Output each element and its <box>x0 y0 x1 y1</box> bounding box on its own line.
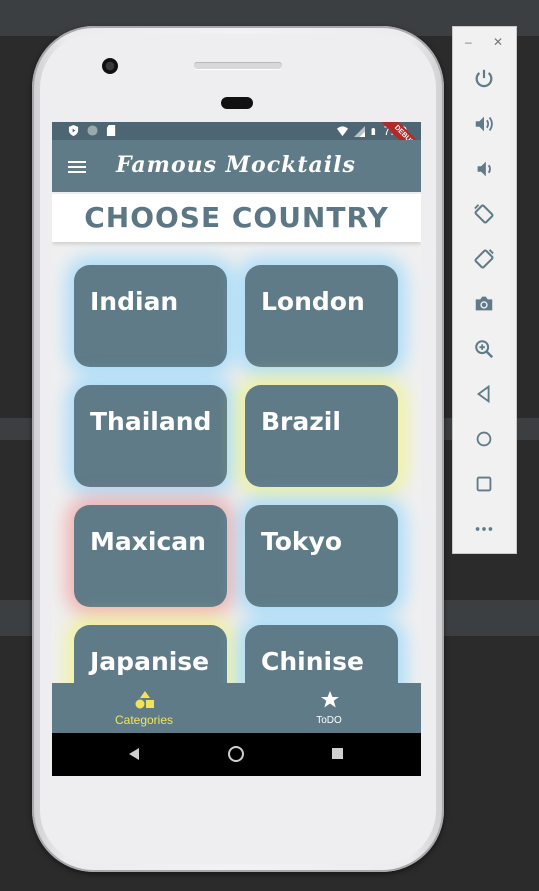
nav-item-categories[interactable]: Categories <box>52 683 236 733</box>
volume-down-icon[interactable] <box>469 154 499 184</box>
country-card-thailand[interactable]: Thailand <box>74 385 227 487</box>
country-label: Maxican <box>90 527 206 556</box>
app-bar: Famous Mocktails <box>52 140 421 192</box>
more-icon[interactable] <box>469 514 499 544</box>
home-icon[interactable] <box>469 424 499 454</box>
country-grid: Indian London Thailand Brazil Maxican To… <box>52 244 421 684</box>
country-label: Japanise <box>90 647 210 676</box>
status-bar: 7:49 DEBUG <box>52 122 421 165</box>
volume-up-icon[interactable] <box>469 109 499 139</box>
battery-icon <box>371 127 375 135</box>
earpiece-speaker <box>194 63 282 69</box>
bottom-nav: Categories ToDO <box>52 683 421 733</box>
system-nav-bar <box>52 733 421 776</box>
power-icon[interactable] <box>469 64 499 94</box>
device-screen: 7:49 DEBUG Famous Mocktails CHOOSE COUNT… <box>52 122 421 776</box>
country-card-japanise[interactable]: Japanise <box>74 625 227 684</box>
country-label: Brazil <box>261 407 341 436</box>
system-back-button[interactable] <box>129 748 139 760</box>
system-home-button[interactable] <box>228 746 244 762</box>
country-card-maxican[interactable]: Maxican <box>74 505 227 607</box>
wifi-icon <box>336 125 348 136</box>
country-card-tokyo[interactable]: Tokyo <box>245 505 398 607</box>
signal-icon <box>353 125 365 137</box>
nav-item-todo[interactable]: ToDO <box>237 683 421 733</box>
categories-icon <box>135 691 154 709</box>
emulator-toolbar: – ✕ <box>452 26 517 554</box>
zoom-icon[interactable] <box>469 334 499 364</box>
rotate-right-icon[interactable] <box>469 244 499 274</box>
country-label: Thailand <box>90 407 212 436</box>
shield-notification-icon <box>68 125 79 136</box>
rotate-left-icon[interactable] <box>469 199 499 229</box>
page-title: CHOOSE COUNTRY <box>84 201 389 234</box>
sd-card-icon <box>106 125 116 136</box>
country-label: Indian <box>90 287 179 316</box>
nav-label-todo: ToDO <box>316 715 342 726</box>
menu-icon[interactable] <box>68 161 86 173</box>
star-icon <box>321 691 339 708</box>
country-label: Chinise <box>261 647 364 676</box>
nav-label-categories: Categories <box>114 713 174 727</box>
system-recents-button[interactable] <box>332 748 343 759</box>
circle-notification-icon <box>87 125 98 136</box>
header-card: CHOOSE COUNTRY <box>52 194 421 242</box>
proximity-sensor <box>221 97 253 109</box>
back-icon[interactable] <box>469 379 499 409</box>
country-card-london[interactable]: London <box>245 265 398 367</box>
country-card-chinise[interactable]: Chinise <box>245 625 398 684</box>
country-label: Tokyo <box>261 527 343 556</box>
country-label: London <box>261 287 365 316</box>
country-card-brazil[interactable]: Brazil <box>245 385 398 487</box>
camera-icon[interactable] <box>469 289 499 319</box>
front-camera <box>102 58 118 74</box>
overview-icon[interactable] <box>469 469 499 499</box>
country-card-indian[interactable]: Indian <box>74 265 227 367</box>
app-title: Famous Mocktails <box>116 152 356 178</box>
minimize-button[interactable]: – <box>465 35 472 49</box>
close-button[interactable]: ✕ <box>493 35 503 49</box>
